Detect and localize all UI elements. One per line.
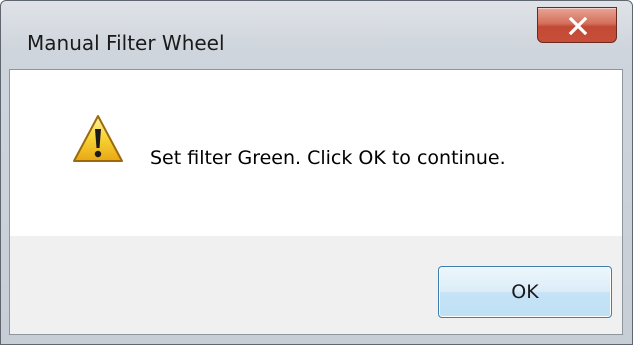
- dialog-window: Manual Filter Wheel Set filter Green. Cl…: [0, 0, 633, 345]
- close-x-icon: [568, 17, 588, 35]
- close-button[interactable]: [537, 7, 617, 43]
- message-text: Set filter Green. Click OK to continue.: [150, 147, 506, 169]
- button-area: OK: [10, 236, 622, 334]
- warning-triangle-icon: [73, 115, 123, 162]
- dialog-client-area: Set filter Green. Click OK to continue. …: [9, 69, 623, 335]
- window-title: Manual Filter Wheel: [27, 31, 225, 55]
- title-bar[interactable]: Manual Filter Wheel: [1, 1, 632, 69]
- message-area: Set filter Green. Click OK to continue.: [10, 70, 622, 236]
- ok-button[interactable]: OK: [438, 266, 612, 318]
